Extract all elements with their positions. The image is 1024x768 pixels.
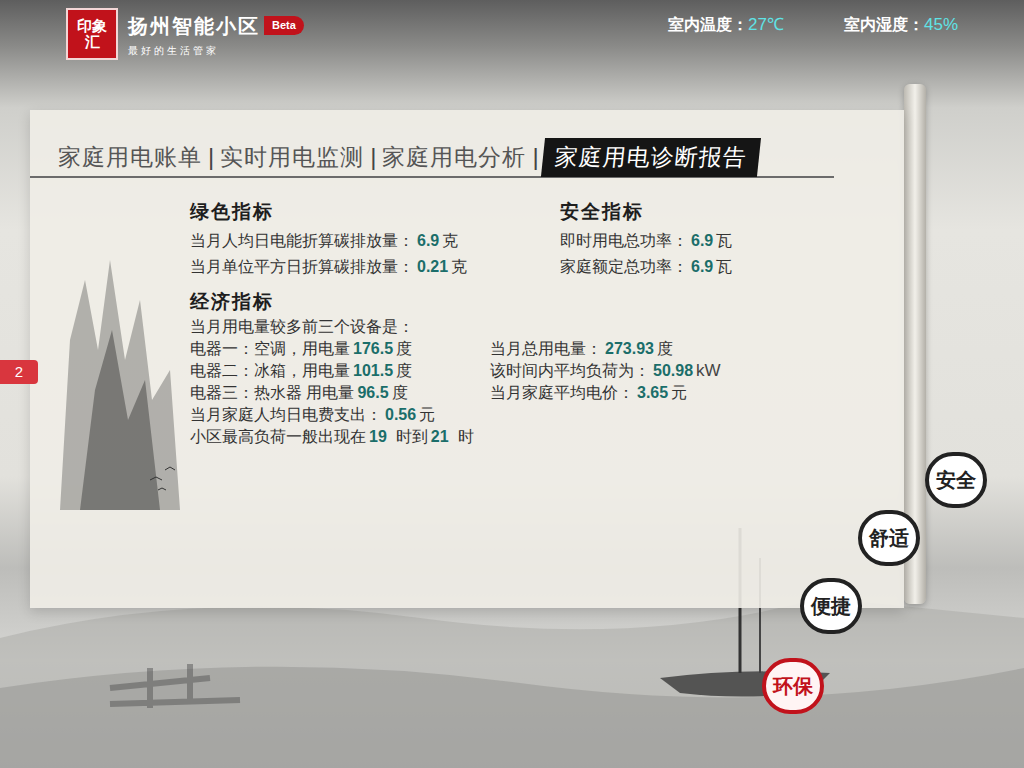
metric-label: 当月家庭平均电价： — [490, 382, 634, 404]
metric-unit: 瓦 — [716, 230, 732, 252]
section-title: 经济指标 — [190, 290, 732, 312]
metric-value: 6.9 — [688, 256, 716, 278]
device-row: 电器二：冰箱，用电量101.5度 — [190, 360, 490, 382]
metric-value: 176.5 — [350, 338, 396, 360]
logo-seal: 印象汇 — [66, 8, 118, 60]
climate-value: 27℃ — [748, 12, 784, 38]
tab-separator: | — [528, 139, 542, 175]
tab-bar: 家庭用电账单|实时用电监测|家庭用电分析|家庭用电诊断报告 — [30, 138, 834, 178]
metric-unit: 度 — [396, 338, 412, 360]
economy-intro: 当月用电量较多前三个设备是： — [190, 316, 732, 338]
tab[interactable]: 实时用电监测 — [218, 140, 366, 175]
stat-row: 当月家庭平均电价：3.65元 — [490, 382, 732, 404]
metric-label: 电器二：冰箱，用电量 — [190, 360, 350, 382]
metric-value: 273.93 — [602, 338, 657, 360]
nav-button[interactable]: 便捷 — [800, 578, 862, 634]
panel-body: 绿色指标当月人均日电能折算碳排放量：6.9克当月单位平方日折算碳排放量：0.21… — [30, 178, 904, 520]
nav-button[interactable]: 安全 — [925, 452, 987, 508]
section-title: 绿色指标 — [190, 200, 560, 222]
metric-value: 6.9 — [688, 230, 716, 252]
climate-readings: 室内温度：27℃ 室内湿度：45% — [668, 8, 958, 38]
stats-list: 当月总用电量：273.93度该时间内平均负荷为：50.98kW当月家庭平均电价：… — [490, 338, 732, 404]
peak-prefix: 小区最高负荷一般出现在 — [190, 426, 366, 448]
brand-title-row: 扬州智能小区Beta — [128, 11, 304, 41]
metric-value: 0.56 — [382, 404, 419, 426]
metric-unit: 克 — [451, 256, 467, 278]
metric-label: 当月单位平方日折算碳排放量： — [190, 256, 414, 278]
metric-unit: 瓦 — [716, 256, 732, 278]
stat-row: 该时间内平均负荷为：50.98kW — [490, 360, 732, 382]
metric-value: 50.98 — [650, 360, 696, 382]
metric-label: 当月人均日电能折算碳排放量： — [190, 230, 414, 252]
economy-grid: 电器一：空调，用电量176.5度电器二：冰箱，用电量101.5度电器三：热水器 … — [190, 338, 732, 404]
metric-unit: kW — [696, 360, 721, 382]
device-list: 电器一：空调，用电量176.5度电器二：冰箱，用电量101.5度电器三：热水器 … — [190, 338, 490, 404]
nav-button[interactable]: 舒适 — [858, 510, 920, 566]
beta-badge: Beta — [264, 16, 304, 35]
peak-mid: 时到 — [390, 426, 428, 448]
metric-row: 当月人均日电能折算碳排放量：6.9克 — [190, 230, 560, 252]
green-indicators: 绿色指标当月人均日电能折算碳排放量：6.9克当月单位平方日折算碳排放量：0.21… — [190, 200, 560, 278]
tab-separator: | — [204, 139, 218, 175]
climate-label: 室内湿度： — [844, 13, 924, 37]
tab[interactable]: 家庭用电诊断报告 — [541, 138, 761, 177]
metric-label: 即时用电总功率： — [560, 230, 688, 252]
side-tab[interactable]: 2 — [0, 360, 38, 384]
stat-row: 当月总用电量：273.93度 — [490, 338, 732, 360]
metric-value: 0.21 — [414, 256, 451, 278]
app-subtitle: 最好的生活管家 — [128, 43, 304, 58]
climate-label: 室内温度： — [668, 13, 748, 37]
climate-item: 室内湿度：45% — [844, 12, 958, 38]
report-content: 绿色指标当月人均日电能折算碳排放量：6.9克当月单位平方日折算碳排放量：0.21… — [190, 200, 732, 520]
device-row: 电器一：空调，用电量176.5度 — [190, 338, 490, 360]
metric-unit: 度 — [392, 382, 408, 404]
metric-value: 6.9 — [414, 230, 442, 252]
tab-separator: | — [366, 139, 380, 175]
device-row: 电器三：热水器 用电量96.5度 — [190, 382, 490, 404]
metric-unit: 元 — [671, 382, 687, 404]
daily-cost-row: 当月家庭人均日电费支出：0.56元 — [190, 404, 732, 426]
metric-row: 家庭额定总功率：6.9瓦 — [560, 256, 732, 278]
metric-label: 该时间内平均负荷为： — [490, 360, 650, 382]
peak-to: 21 — [428, 426, 452, 448]
section-title: 安全指标 — [560, 200, 732, 222]
mountain-painting — [30, 200, 190, 520]
metric-label: 家庭额定总功率： — [560, 256, 688, 278]
header: 印象汇扬州智能小区Beta 最好的生活管家 室内温度：27℃ 室内湿度：45% — [0, 0, 1024, 70]
metric-value: 3.65 — [634, 382, 671, 404]
nav-button[interactable]: 环保 — [762, 658, 824, 714]
safety-indicators: 安全指标即时用电总功率：6.9瓦家庭额定总功率：6.9瓦 — [560, 200, 732, 278]
metric-value: 96.5 — [354, 382, 391, 404]
metric-unit: 度 — [396, 360, 412, 382]
metric-row: 当月单位平方日折算碳排放量：0.21克 — [190, 256, 560, 278]
metric-label: 当月总用电量： — [490, 338, 602, 360]
tab[interactable]: 家庭用电账单 — [56, 140, 204, 175]
metric-value: 101.5 — [350, 360, 396, 382]
peak-suffix: 时 — [452, 426, 474, 448]
metric-label: 电器三：热水器 用电量 — [190, 382, 354, 404]
tab[interactable]: 家庭用电分析 — [380, 140, 528, 175]
report-panel: 家庭用电账单|实时用电监测|家庭用电分析|家庭用电诊断报告绿色指标当月人均日电能… — [30, 110, 904, 608]
indicator-grid: 绿色指标当月人均日电能折算碳排放量：6.9克当月单位平方日折算碳排放量：0.21… — [190, 200, 732, 278]
peak-from: 19 — [366, 426, 390, 448]
metric-row: 即时用电总功率：6.9瓦 — [560, 230, 732, 252]
metric-unit: 度 — [657, 338, 673, 360]
climate-value: 45% — [924, 12, 958, 38]
metric-unit: 克 — [442, 230, 458, 252]
brand: 印象汇扬州智能小区Beta 最好的生活管家 — [66, 8, 304, 60]
economy-indicators: 经济指标当月用电量较多前三个设备是：电器一：空调，用电量176.5度电器二：冰箱… — [190, 290, 732, 448]
metric-label: 电器一：空调，用电量 — [190, 338, 350, 360]
peak-row: 小区最高负荷一般出现在19时到21时 — [190, 426, 732, 448]
climate-item: 室内温度：27℃ — [668, 12, 784, 38]
app-title: 扬州智能小区 — [128, 11, 260, 41]
metric-label: 当月家庭人均日电费支出： — [190, 404, 382, 426]
metric-unit: 元 — [419, 404, 435, 426]
brand-text: 扬州智能小区Beta 最好的生活管家 — [128, 11, 304, 58]
